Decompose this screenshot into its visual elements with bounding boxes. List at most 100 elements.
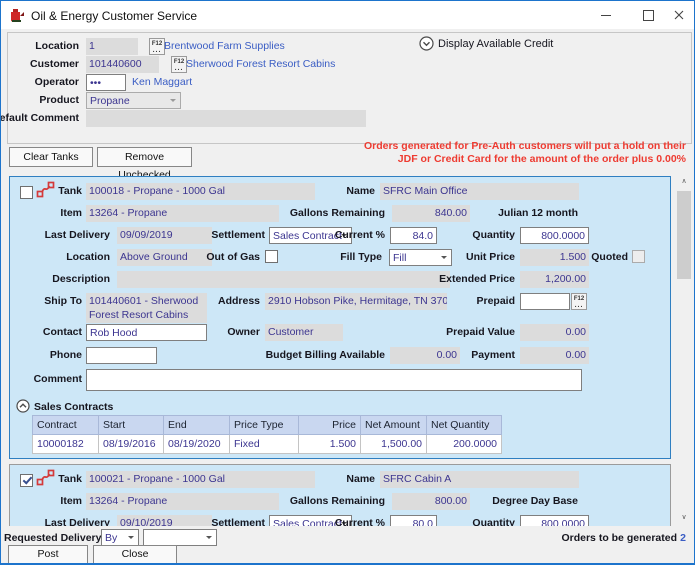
unit-price-label: Unit Price bbox=[466, 251, 515, 263]
item-label: Item bbox=[60, 207, 82, 219]
quantity-input[interactable]: 800.0000 bbox=[520, 515, 589, 526]
orders-count: 2 bbox=[680, 532, 686, 544]
name-label: Name bbox=[346, 473, 375, 485]
comment-input[interactable] bbox=[86, 369, 582, 391]
owner-label: Owner bbox=[227, 326, 260, 338]
cell-start: 08/19/2016 bbox=[99, 435, 164, 454]
col-net-quantity[interactable]: Net Quantity bbox=[427, 416, 502, 435]
minimize-button[interactable] bbox=[589, 1, 623, 29]
extended-price-label: Extended Price bbox=[439, 273, 515, 285]
quantity-input[interactable]: 800.0000 bbox=[520, 227, 589, 244]
budget-billing-field: 0.00 bbox=[390, 347, 460, 364]
out-of-gas-checkbox[interactable] bbox=[265, 250, 278, 263]
side-note-label: Degree Day Base bbox=[492, 495, 578, 507]
col-price[interactable]: Price bbox=[299, 416, 361, 435]
quantity-label: Quantity bbox=[472, 517, 515, 526]
scrollbar-up-button[interactable]: ∧ bbox=[676, 173, 692, 190]
close-action-button[interactable]: Close bbox=[93, 545, 177, 564]
extended-price-field: 1,200.00 bbox=[520, 271, 589, 288]
close-button[interactable] bbox=[662, 1, 695, 29]
tank-field: 100018 - Propane - 1000 Gal bbox=[86, 183, 315, 200]
description-field bbox=[117, 271, 450, 288]
contracts-header-row: Contract Start End Price Type Price Net … bbox=[33, 416, 502, 435]
cell-net-quantity: 200.0000 bbox=[427, 435, 502, 454]
quoted-checkbox bbox=[632, 250, 645, 263]
window-title: Oil & Energy Customer Service bbox=[31, 9, 197, 23]
name-field: SFRC Cabin A bbox=[380, 471, 579, 488]
cell-price: 1.500 bbox=[299, 435, 361, 454]
requested-delivery-date-dropdown[interactable] bbox=[143, 529, 217, 546]
scrollbar-down-button[interactable]: ∨ bbox=[676, 509, 692, 526]
tank-field: 100021 - Propane - 1000 Gal bbox=[86, 471, 315, 488]
operator-label: Operator bbox=[35, 76, 79, 88]
fill-type-value: Fill bbox=[393, 252, 406, 264]
tank-2-checkbox[interactable] bbox=[20, 474, 33, 487]
last-delivery-field: 09/09/2019 bbox=[117, 227, 212, 244]
contracts-data-row[interactable]: 10000182 08/19/2016 08/19/2020 Fixed 1.5… bbox=[33, 435, 502, 454]
customer-field: 101440600 bbox=[86, 56, 159, 73]
gallons-remaining-label: Gallons Remaining bbox=[290, 207, 385, 219]
location-label: Location bbox=[35, 40, 79, 52]
display-credit-chevron-down-icon[interactable] bbox=[419, 36, 434, 54]
clear-tanks-button[interactable]: Clear Tanks bbox=[9, 147, 93, 167]
close-icon bbox=[674, 10, 684, 20]
phone-input[interactable] bbox=[86, 347, 157, 364]
side-note-label: Julian 12 month bbox=[498, 207, 578, 219]
contact-input[interactable]: Rob Hood bbox=[86, 324, 207, 341]
location-name-text: Brentwood Farm Supplies bbox=[164, 40, 285, 52]
col-start[interactable]: Start bbox=[99, 416, 164, 435]
item-field: 13264 - Propane bbox=[86, 205, 279, 222]
current-pct-input[interactable]: 80.0 bbox=[390, 515, 437, 526]
gallons-remaining-field: 800.00 bbox=[392, 493, 470, 510]
fill-type-dropdown[interactable]: Fill bbox=[389, 249, 452, 266]
cell-net-amount: 1,500.00 bbox=[361, 435, 427, 454]
tank-chart-icon[interactable] bbox=[36, 469, 56, 489]
display-credit-label[interactable]: Display Available Credit bbox=[438, 38, 553, 50]
sales-contracts-chevron-up-icon[interactable] bbox=[16, 399, 30, 416]
vertical-scrollbar[interactable]: ∧ ∨ bbox=[676, 173, 692, 526]
last-delivery-label: Last Delivery bbox=[45, 517, 110, 526]
orders-to-be-generated-label: Orders to be generated bbox=[561, 532, 677, 544]
operator-input[interactable]: ••• bbox=[86, 74, 126, 91]
item-field: 13264 - Propane bbox=[86, 493, 279, 510]
fill-type-label: Fill Type bbox=[340, 251, 382, 263]
col-net-amount[interactable]: Net Amount bbox=[361, 416, 427, 435]
prepaid-input[interactable] bbox=[520, 293, 570, 310]
customer-lookup-f12-button[interactable]: F12 bbox=[171, 56, 187, 73]
current-pct-label: Current % bbox=[335, 229, 385, 241]
sales-contracts-title: Sales Contracts bbox=[34, 401, 113, 413]
current-pct-input[interactable]: 84.0 bbox=[390, 227, 437, 244]
prepaid-lookup-f12-button[interactable]: F12 bbox=[571, 293, 587, 310]
col-end[interactable]: End bbox=[164, 416, 230, 435]
location-lookup-f12-button[interactable]: F12 bbox=[149, 38, 165, 55]
warning-line-1: Orders generated for Pre-Auth customers … bbox=[364, 140, 686, 153]
quoted-label: Quoted bbox=[591, 251, 628, 263]
location-field: 1 bbox=[86, 38, 138, 55]
by-value: By bbox=[105, 532, 117, 544]
remove-unchecked-button[interactable]: Remove Unchecked bbox=[97, 147, 192, 167]
owner-field: Customer bbox=[265, 324, 343, 341]
last-delivery-label: Last Delivery bbox=[45, 229, 110, 241]
product-label: Product bbox=[39, 94, 79, 106]
scrollbar-thumb[interactable] bbox=[677, 191, 691, 279]
customer-label: Customer bbox=[30, 58, 79, 70]
settlement-label: Settlement bbox=[211, 229, 265, 241]
tank-1-checkbox[interactable] bbox=[20, 186, 33, 199]
phone-label: Phone bbox=[50, 349, 82, 361]
requested-delivery-by-dropdown[interactable]: By bbox=[101, 529, 139, 546]
col-price-type[interactable]: Price Type bbox=[230, 416, 299, 435]
cell-contract: 10000182 bbox=[33, 435, 99, 454]
tank-chart-icon[interactable] bbox=[36, 181, 56, 201]
customer-name-text: Sherwood Forest Resort Cabins bbox=[186, 58, 335, 70]
prepaid-value-field: 0.00 bbox=[520, 324, 589, 341]
app-icon bbox=[9, 7, 25, 26]
post-button[interactable]: Post bbox=[8, 545, 88, 564]
maximize-button[interactable] bbox=[631, 1, 665, 29]
maximize-icon bbox=[643, 10, 654, 21]
col-contract[interactable]: Contract bbox=[33, 416, 99, 435]
preauth-warning-text: Orders generated for Pre-Auth customers … bbox=[364, 140, 686, 165]
budget-billing-label: Budget Billing Available bbox=[266, 349, 385, 361]
last-delivery-field: 09/10/2019 bbox=[117, 515, 212, 526]
address-label: Address bbox=[218, 295, 260, 307]
out-of-gas-label: Out of Gas bbox=[206, 251, 260, 263]
